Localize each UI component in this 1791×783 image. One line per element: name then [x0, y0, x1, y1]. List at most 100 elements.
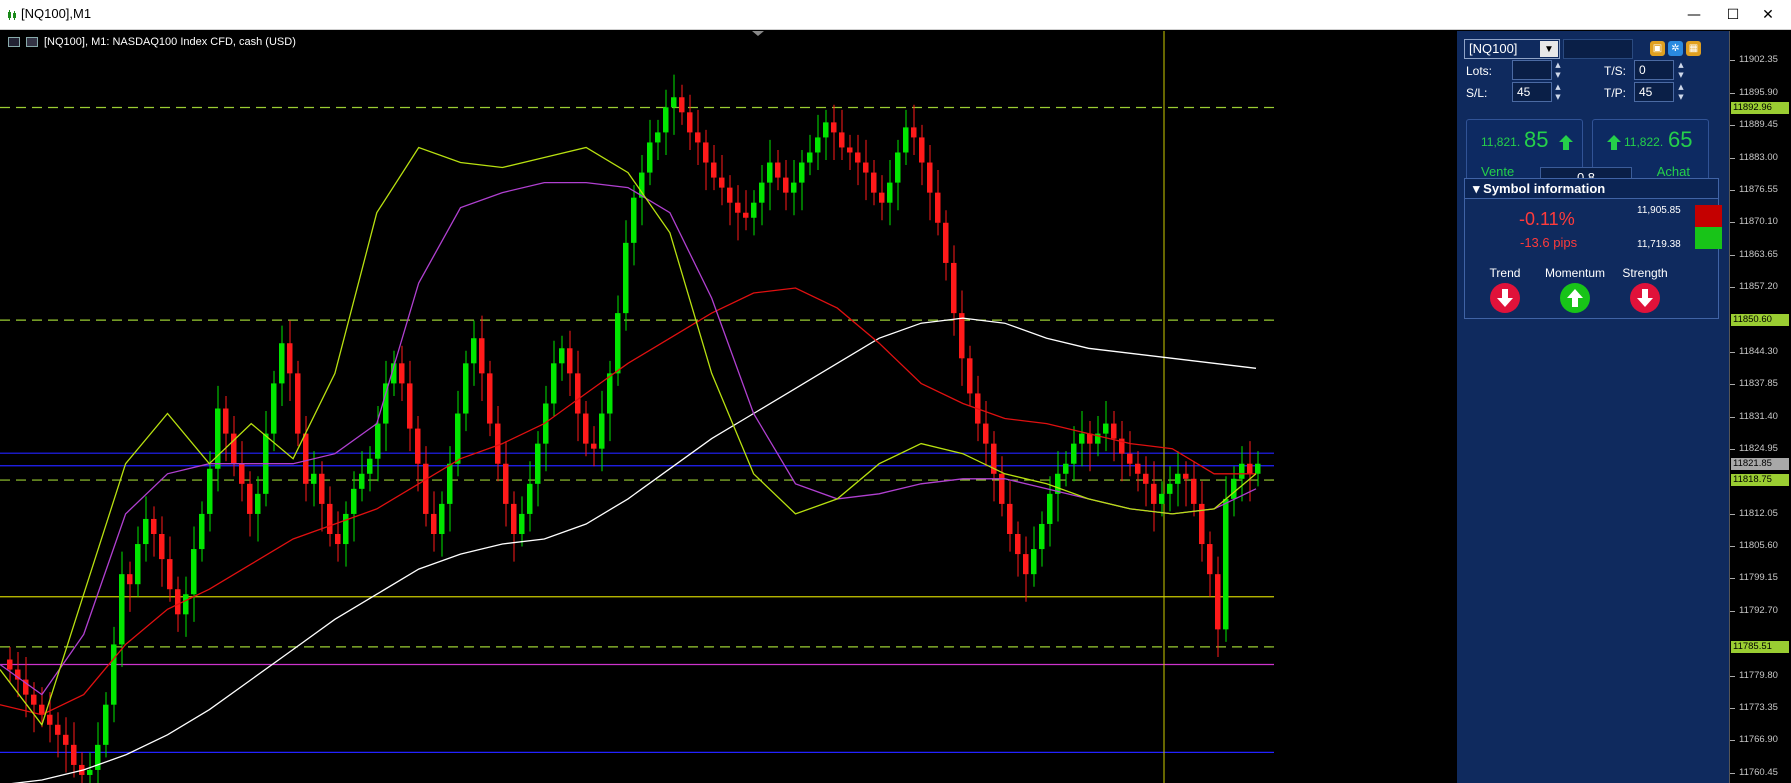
candle-bear	[983, 423, 989, 444]
collapse-triangle-icon[interactable]: ▾	[1473, 181, 1480, 196]
candle-bear	[303, 433, 309, 484]
price-axis[interactable]: 11902.35 11895.90 11889.45 11883.00 11876.55…	[1729, 31, 1791, 783]
candle-bear	[1087, 433, 1093, 444]
candle-bear	[159, 534, 165, 560]
candle-bear	[855, 152, 861, 163]
axis-tick-label: 11883.00	[1739, 151, 1778, 163]
buy-price-big: 65	[1668, 127, 1693, 152]
axis-tick-label: 11792.70	[1739, 604, 1778, 616]
candle-bear	[967, 358, 973, 394]
axis-tick	[1730, 675, 1735, 677]
axis-tick	[1730, 610, 1735, 612]
lots-label: Lots:	[1466, 64, 1493, 78]
layout-icon[interactable]: ▦	[1686, 41, 1701, 56]
candle-bear	[7, 659, 13, 670]
day-low: 11,719.38	[1637, 239, 1681, 250]
change-percent: -0.11%	[1519, 209, 1575, 229]
window-titlebar: [NQ100],M1 — ☐ ✕	[0, 0, 1791, 30]
candle-bear	[919, 137, 925, 163]
axis-tick-label: 11760.45	[1739, 766, 1778, 778]
settings-icon[interactable]: ✲	[1668, 41, 1683, 56]
candle-bear	[223, 408, 229, 434]
candle-bear	[63, 734, 69, 745]
candle-bull	[383, 383, 389, 424]
sl-label: S/L:	[1466, 86, 1488, 100]
symbol-dropdown[interactable]: [NQ100] ▼	[1464, 39, 1560, 59]
lots-field[interactable]	[1512, 60, 1552, 80]
symbol-info-header[interactable]: ▾ Symbol information	[1465, 179, 1718, 199]
candle-bull	[1047, 493, 1053, 524]
candle-bull	[311, 473, 317, 484]
candle-bear	[679, 97, 685, 113]
candle-bull	[1223, 498, 1229, 630]
candle-bear	[175, 589, 181, 615]
axis-tick	[1730, 92, 1735, 94]
axis-tick	[1730, 772, 1735, 774]
copy-icon[interactable]: ▣	[1650, 41, 1665, 56]
sl-stepper[interactable]: ▲ ▼	[1553, 82, 1563, 102]
candle-bull	[623, 242, 629, 314]
axis-tick-label: 11844.30	[1739, 345, 1778, 357]
chart-menu-icon[interactable]	[8, 37, 20, 47]
momentum-up-arrow-icon	[1560, 283, 1590, 313]
candle-bull	[791, 182, 797, 193]
buy-price-prefix: 11,822.	[1624, 135, 1664, 149]
axis-tick-label: 11889.45	[1739, 119, 1778, 131]
candle-bear	[335, 534, 341, 545]
candle-bear	[151, 518, 157, 535]
axis-tick-label: 11902.35	[1739, 54, 1778, 66]
maximize-icon: ☐	[1726, 7, 1740, 23]
sl-field[interactable]: 45	[1512, 82, 1552, 102]
tp-stepper[interactable]: ▲ ▼	[1676, 82, 1686, 102]
symbol-search-field[interactable]	[1563, 39, 1633, 59]
axis-tick-label: 11773.35	[1739, 701, 1778, 713]
candle-bull	[135, 544, 141, 585]
chart-type-icon[interactable]	[26, 37, 38, 47]
candle-bull	[1103, 423, 1109, 434]
candle-bear	[743, 212, 749, 218]
ts-stepper[interactable]: ▲ ▼	[1676, 60, 1686, 80]
axis-tick	[1730, 384, 1735, 386]
candle-bear	[239, 463, 245, 484]
chevron-down-icon[interactable]: ▼	[1540, 41, 1558, 57]
price-chart[interactable]	[0, 31, 1457, 783]
axis-tick	[1730, 157, 1735, 159]
up-arrow-icon	[1607, 135, 1621, 150]
low-color-box	[1695, 227, 1722, 249]
ts-field[interactable]: 0	[1634, 60, 1674, 80]
candle-bear	[319, 473, 325, 504]
axis-tick	[1730, 60, 1735, 62]
candle-bear	[583, 413, 589, 444]
momentum-label: Momentum	[1544, 266, 1606, 280]
change-pips: -13.6 pips	[1520, 235, 1578, 250]
axis-tick-label: 11857.20	[1739, 281, 1778, 293]
candle-bull	[607, 373, 613, 414]
candle-bear	[1151, 483, 1157, 504]
candle-bull	[759, 182, 765, 203]
axis-tick	[1730, 578, 1735, 580]
sell-price-big: 85	[1524, 127, 1549, 152]
tp-label: T/P:	[1604, 86, 1627, 100]
close-button[interactable]: ✕	[1745, 0, 1791, 30]
axis-tick	[1730, 740, 1735, 742]
window-title: [NQ100],M1	[21, 6, 92, 21]
candle-bull	[375, 423, 381, 459]
candle-bear	[1183, 473, 1189, 479]
candle-bull	[447, 463, 453, 504]
candle-bear	[951, 262, 957, 314]
candle-bull	[351, 488, 357, 514]
candle-bear	[415, 428, 421, 464]
chart-shift-marker	[752, 31, 764, 36]
candle-bull	[1159, 493, 1165, 504]
candle-bull	[615, 313, 621, 374]
candle-bear	[695, 132, 701, 143]
axis-tick-label: 11812.05	[1739, 507, 1778, 519]
candle-bear	[247, 483, 253, 514]
axis-tick-label: 11876.55	[1739, 183, 1778, 195]
axis-tick-label: 11779.80	[1739, 669, 1778, 681]
axis-tick	[1730, 254, 1735, 256]
tp-field[interactable]: 45	[1634, 82, 1674, 102]
candle-bull	[1063, 463, 1069, 474]
candle-bull	[463, 363, 469, 414]
lots-stepper[interactable]: ▲ ▼	[1553, 60, 1563, 80]
